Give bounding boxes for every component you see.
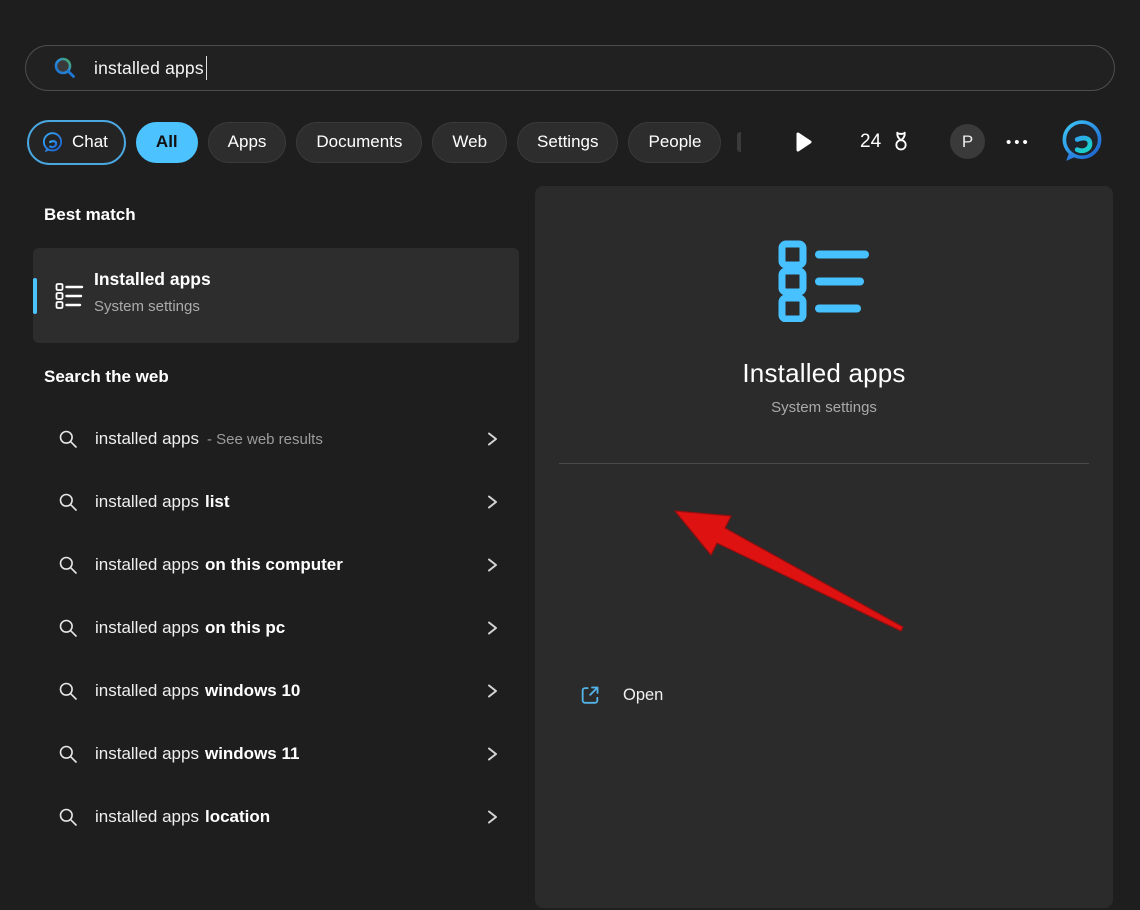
tab-all[interactable]: All xyxy=(136,122,198,163)
search-glyph-icon xyxy=(57,554,79,576)
tab-chat-label: Chat xyxy=(72,132,108,152)
tab-people[interactable]: People xyxy=(628,122,721,163)
search-glyph-icon xyxy=(57,428,79,450)
search-query-text: installed apps xyxy=(94,58,204,79)
search-glyph-icon xyxy=(57,743,79,765)
rewards-points: 24 xyxy=(860,131,881,153)
filters-overflow-arrow[interactable] xyxy=(795,131,813,153)
text-cursor xyxy=(206,56,208,80)
bing-icon[interactable] xyxy=(1058,117,1106,165)
suggestion-suffix: - See web results xyxy=(207,431,323,448)
suggestion-base: installed apps xyxy=(95,744,199,763)
open-external-icon xyxy=(579,684,601,706)
suggestion-row[interactable]: installed apps on this pc xyxy=(33,596,519,659)
divider xyxy=(559,463,1089,464)
suggestion-base: installed apps xyxy=(95,429,199,448)
web-suggestions-list: installed apps - See web results installe… xyxy=(33,407,519,848)
suggestion-row[interactable]: installed apps on this computer xyxy=(33,533,519,596)
search-glyph-icon xyxy=(57,680,79,702)
installed-apps-large-icon xyxy=(778,240,870,327)
search-glyph-icon xyxy=(57,617,79,639)
filter-tabs: Chat All Apps Documents Web Settings Peo… xyxy=(27,119,741,165)
bing-chat-icon xyxy=(41,131,64,154)
suggestion-base: installed apps xyxy=(95,807,199,826)
suggestion-base: installed apps xyxy=(95,555,199,574)
more-options-button[interactable]: ••• xyxy=(1006,119,1031,165)
selection-accent-bar xyxy=(33,278,37,314)
tab-web[interactable]: Web xyxy=(432,122,507,163)
best-match-result[interactable]: Installed apps System settings xyxy=(33,248,519,343)
suggestion-base: installed apps xyxy=(95,492,199,511)
chevron-right-icon xyxy=(483,619,501,637)
chevron-right-icon xyxy=(483,808,501,826)
suggestion-suffix: list xyxy=(205,492,230,511)
suggestion-suffix: windows 10 xyxy=(205,681,300,700)
suggestion-row[interactable]: installed apps windows 11 xyxy=(33,722,519,785)
tab-documents[interactable]: Documents xyxy=(296,122,422,163)
suggestion-row[interactable]: installed apps location xyxy=(33,785,519,848)
suggestion-base: installed apps xyxy=(95,681,199,700)
preview-subtitle: System settings xyxy=(535,399,1113,416)
best-match-title: Installed apps xyxy=(94,269,211,290)
search-glyph-icon xyxy=(57,491,79,513)
tab-chat[interactable]: Chat xyxy=(27,120,126,165)
preview-panel: Installed apps System settings Open xyxy=(535,186,1113,908)
installed-apps-icon xyxy=(54,281,84,316)
suggestion-suffix: on this pc xyxy=(205,618,285,637)
suggestion-base: installed apps xyxy=(95,618,199,637)
chevron-right-icon xyxy=(483,493,501,511)
tab-apps[interactable]: Apps xyxy=(208,122,287,163)
chevron-right-icon xyxy=(483,745,501,763)
best-match-heading: Best match xyxy=(44,205,136,225)
search-input[interactable]: installed apps xyxy=(25,45,1115,91)
search-the-web-heading: Search the web xyxy=(44,367,169,387)
tab-clipped-edge xyxy=(737,132,741,152)
preview-title: Installed apps xyxy=(535,358,1113,389)
account-avatar[interactable]: P xyxy=(950,124,985,159)
rewards-badge[interactable]: 24 xyxy=(860,119,914,165)
search-glyph-icon xyxy=(57,806,79,828)
open-label: Open xyxy=(623,686,663,705)
best-match-subtitle: System settings xyxy=(94,298,200,315)
open-action[interactable]: Open xyxy=(559,672,1089,718)
chevron-right-icon xyxy=(483,430,501,448)
windows-search-flyout: installed apps Chat All xyxy=(0,0,1140,910)
suggestion-suffix: windows 11 xyxy=(205,744,299,763)
suggestion-row[interactable]: installed apps - See web results xyxy=(33,407,519,470)
suggestion-row[interactable]: installed apps windows 10 xyxy=(33,659,519,722)
chevron-right-icon xyxy=(483,556,501,574)
suggestion-suffix: on this computer xyxy=(205,555,343,574)
rewards-medal-icon xyxy=(888,129,914,155)
suggestion-suffix: location xyxy=(205,807,270,826)
tab-settings[interactable]: Settings xyxy=(517,122,618,163)
chevron-right-icon xyxy=(483,682,501,700)
search-icon xyxy=(52,55,78,81)
suggestion-row[interactable]: installed apps list xyxy=(33,470,519,533)
